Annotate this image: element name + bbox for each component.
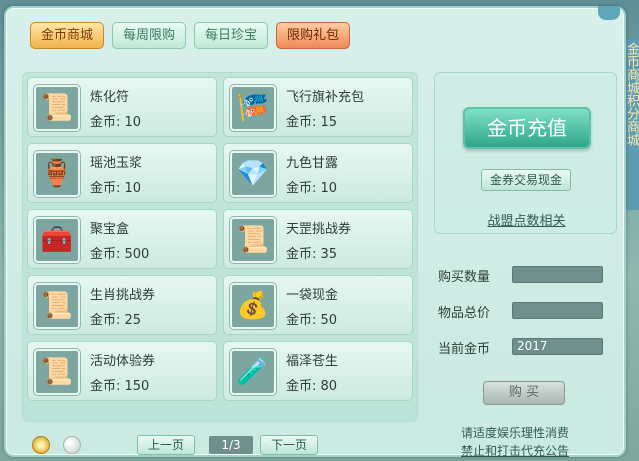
treasure-box-icon: 🧰 [34, 217, 80, 263]
coin-icon[interactable] [32, 436, 50, 454]
scroll-icon: 📜 [34, 283, 80, 329]
jade-jar-icon: 🏺 [34, 151, 80, 197]
recharge-box: 金币充值 金券交易现金 战盟点数相关 [434, 72, 617, 234]
item-price: 金币: 500 [90, 247, 150, 262]
shop-panel: 金币商城 每周限购 每日珍宝 限购礼包 📜 炼化符 金币: 10 🎏 飞行旗补充… [4, 6, 626, 459]
item-name: 聚宝盒 [90, 222, 130, 237]
notice-text: 请适度娱乐理性消费 [461, 426, 570, 440]
flag-pack-icon: 🎏 [230, 85, 276, 131]
tab-bar: 金币商城 每周限购 每日珍宝 限购礼包 [30, 22, 351, 52]
qty-label: 购买数量 [438, 270, 491, 285]
item-price: 金币: 80 [286, 379, 338, 394]
item-name: 福泽苍生 [286, 354, 339, 369]
next-page-button[interactable]: 下一页 [260, 435, 319, 455]
dew-crystal-icon: 💎 [230, 151, 276, 197]
item-price: 金币: 150 [90, 379, 150, 394]
item-cell[interactable]: 🧰 聚宝盒 金币: 500 [27, 209, 217, 269]
item-name: 活动体验券 [90, 354, 156, 369]
buy-button[interactable]: 购 买 [483, 381, 565, 405]
item-name: 飞行旗补充包 [286, 90, 365, 105]
notice-link[interactable]: 禁止和打击代充公告 [461, 442, 569, 459]
scroll-icon: 📜 [230, 217, 276, 263]
item-price: 金币: 10 [90, 115, 142, 130]
potion-icon: 🧪 [230, 349, 276, 395]
item-cell[interactable]: 🎏 飞行旗补充包 金币: 15 [223, 77, 413, 137]
item-cell[interactable]: 💎 九色甘露 金币: 10 [223, 143, 413, 203]
side-tab-label[interactable]: 金币商城积分商城 [625, 42, 639, 242]
tab-gold-shop[interactable]: 金币商城 [30, 22, 105, 49]
item-price: 金币: 35 [286, 247, 338, 262]
exchange-button[interactable]: 金券交易现金 [481, 169, 571, 191]
current-gold-label: 当前金币 [438, 342, 491, 357]
item-price: 金币: 15 [286, 115, 338, 130]
total-label: 物品总价 [438, 306, 491, 321]
item-cell[interactable]: 📜 生肖挑战券 金币: 25 [27, 275, 217, 335]
item-name: 一袋现金 [286, 288, 339, 303]
item-price: 金币: 10 [286, 181, 338, 196]
tab-daily-treasure[interactable]: 每日珍宝 [194, 22, 269, 49]
item-cell[interactable]: 🧪 福泽苍生 金币: 80 [223, 341, 413, 401]
item-name: 天罡挑战券 [286, 222, 352, 237]
item-cell[interactable]: 📜 活动体验券 金币: 150 [27, 341, 217, 401]
page-indicator: 1/3 [209, 436, 253, 454]
recharge-button[interactable]: 金币充值 [463, 107, 591, 149]
item-grid: 📜 炼化符 金币: 10 🎏 飞行旗补充包 金币: 15 🏺 瑶池玉浆 金币: … [22, 72, 418, 422]
item-name: 瑶池玉浆 [90, 156, 143, 171]
talisman-icon: 📜 [34, 85, 80, 131]
pearl-icon[interactable] [63, 436, 81, 454]
points-link[interactable]: 战盟点数相关 [435, 210, 618, 229]
item-cell[interactable]: 📜 天罡挑战券 金币: 35 [223, 209, 413, 269]
money-bag-icon: 💰 [230, 283, 276, 329]
item-cell[interactable]: 🏺 瑶池玉浆 金币: 10 [27, 143, 217, 203]
total-field [512, 302, 603, 319]
scroll-icon: 📜 [34, 349, 80, 395]
tab-limited-gift[interactable]: 限购礼包 [276, 22, 351, 49]
item-name: 生肖挑战券 [90, 288, 156, 303]
tab-weekly-limited[interactable]: 每周限购 [112, 22, 187, 49]
item-name: 炼化符 [90, 90, 130, 105]
item-price: 金币: 50 [286, 313, 338, 328]
item-price: 金币: 10 [90, 181, 142, 196]
item-cell[interactable]: 💰 一袋现金 金币: 50 [223, 275, 413, 335]
item-price: 金币: 25 [90, 313, 142, 328]
qty-field[interactable] [512, 266, 603, 283]
item-cell[interactable]: 📜 炼化符 金币: 10 [27, 77, 217, 137]
prev-page-button[interactable]: 上一页 [137, 435, 196, 455]
item-name: 九色甘露 [286, 156, 339, 171]
current-gold-field: 2017 [512, 338, 603, 355]
close-corner-icon[interactable] [598, 6, 620, 20]
game-background: 金币商城积分商城 金币商城 每周限购 每日珍宝 限购礼包 📜 炼化符 金币: 1… [0, 0, 639, 461]
